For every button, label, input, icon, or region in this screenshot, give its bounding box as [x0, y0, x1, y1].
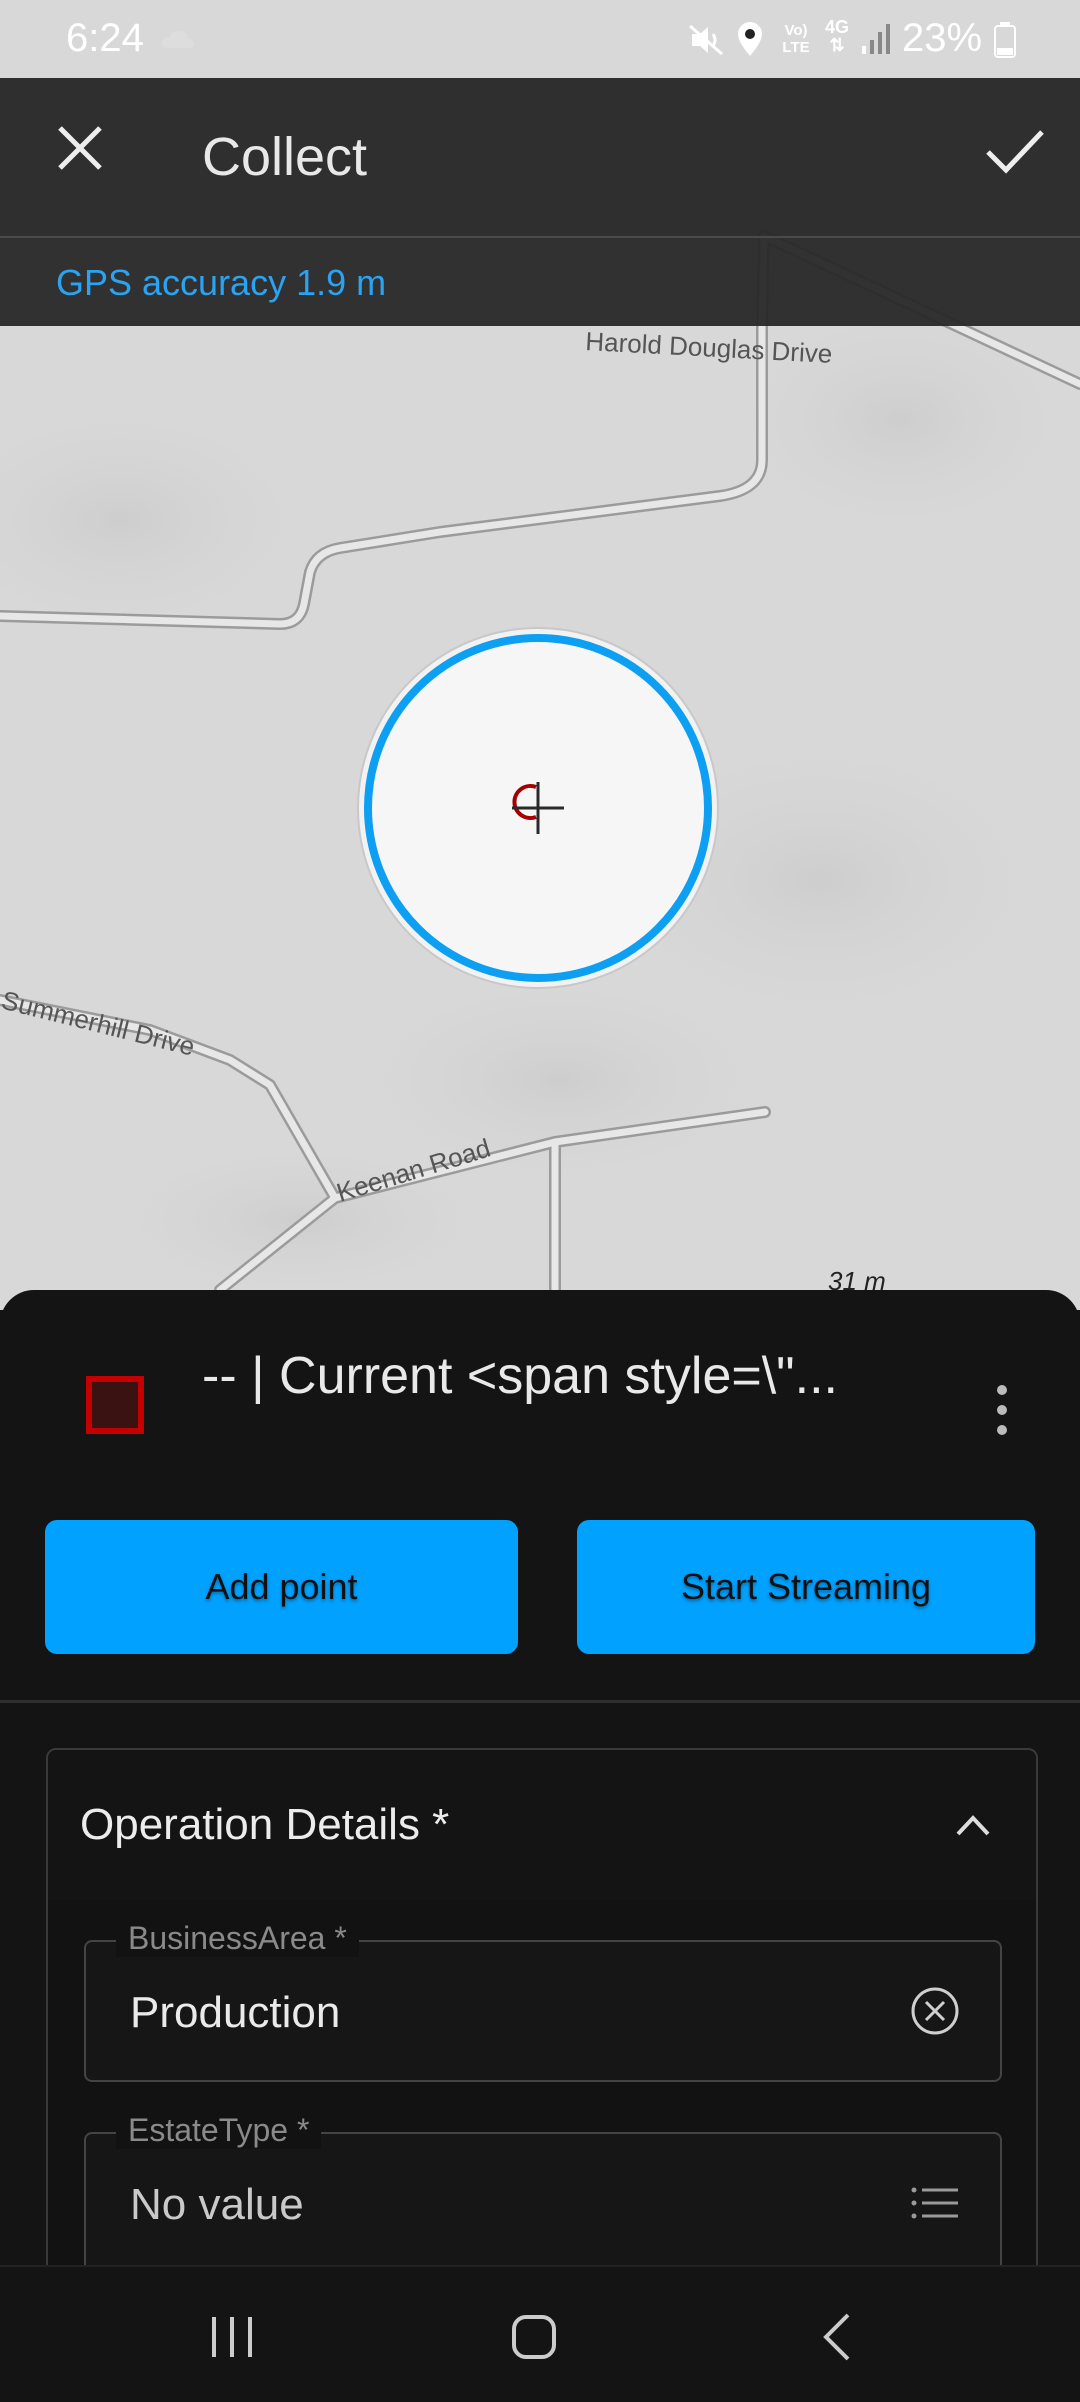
status-time: 6:24	[66, 16, 144, 60]
system-navigation-bar	[0, 2265, 1080, 2402]
clear-icon[interactable]	[908, 1984, 962, 2038]
location-icon	[738, 22, 762, 56]
field-label: EstateType *	[116, 2112, 322, 2149]
start-streaming-button[interactable]: Start Streaming	[577, 1520, 1035, 1654]
back-icon[interactable]	[798, 2297, 878, 2377]
battery-percent: 23%	[902, 16, 983, 60]
home-icon[interactable]	[494, 2297, 574, 2377]
feature-symbol-icon	[86, 1376, 144, 1434]
field-label: BusinessArea *	[116, 1920, 359, 1957]
volte-icon: Vo) LTE	[782, 22, 810, 56]
add-point-button[interactable]: Add point	[45, 1520, 518, 1654]
battery-icon	[994, 22, 1016, 58]
feature-title: -- | Current <span style=\"...	[202, 1347, 838, 1405]
field-value: No value	[130, 2180, 304, 2229]
list-icon[interactable]	[908, 2176, 962, 2230]
check-icon[interactable]	[980, 116, 1050, 186]
signal-icon	[862, 24, 890, 54]
status-bar: 6:24 Vo) LTE 4G ⇅ 23%	[0, 0, 1080, 78]
network-4g-icon: 4G ⇅	[824, 17, 849, 55]
gps-location-indicator	[357, 627, 719, 989]
gps-accuracy-text: GPS accuracy 1.9 m	[56, 262, 387, 303]
section-title: Operation Details *	[80, 1800, 450, 1849]
page-title: Collect	[202, 127, 368, 187]
business-area-field[interactable]: BusinessArea * Production	[84, 1920, 1002, 2082]
field-value: Production	[130, 1988, 341, 2037]
operation-details-section: Operation Details * BusinessArea * Produ…	[46, 1748, 1038, 2312]
app-bar: Collect	[0, 78, 1080, 238]
divider	[0, 1700, 1080, 1703]
mute-icon	[689, 24, 723, 56]
chevron-up-icon[interactable]	[948, 1800, 998, 1850]
bottom-sheet: -- | Current <span style=\"... Add point…	[0, 1290, 1080, 2312]
cloud-icon	[161, 30, 195, 48]
section-header[interactable]: Operation Details *	[48, 1750, 1036, 1900]
estate-type-field[interactable]: EstateType * No value	[84, 2112, 1002, 2274]
recents-icon[interactable]	[192, 2297, 272, 2377]
gps-accuracy-banner: GPS accuracy 1.9 m	[0, 238, 1080, 326]
close-icon[interactable]	[50, 118, 110, 178]
more-options-icon[interactable]	[984, 1380, 1020, 1440]
